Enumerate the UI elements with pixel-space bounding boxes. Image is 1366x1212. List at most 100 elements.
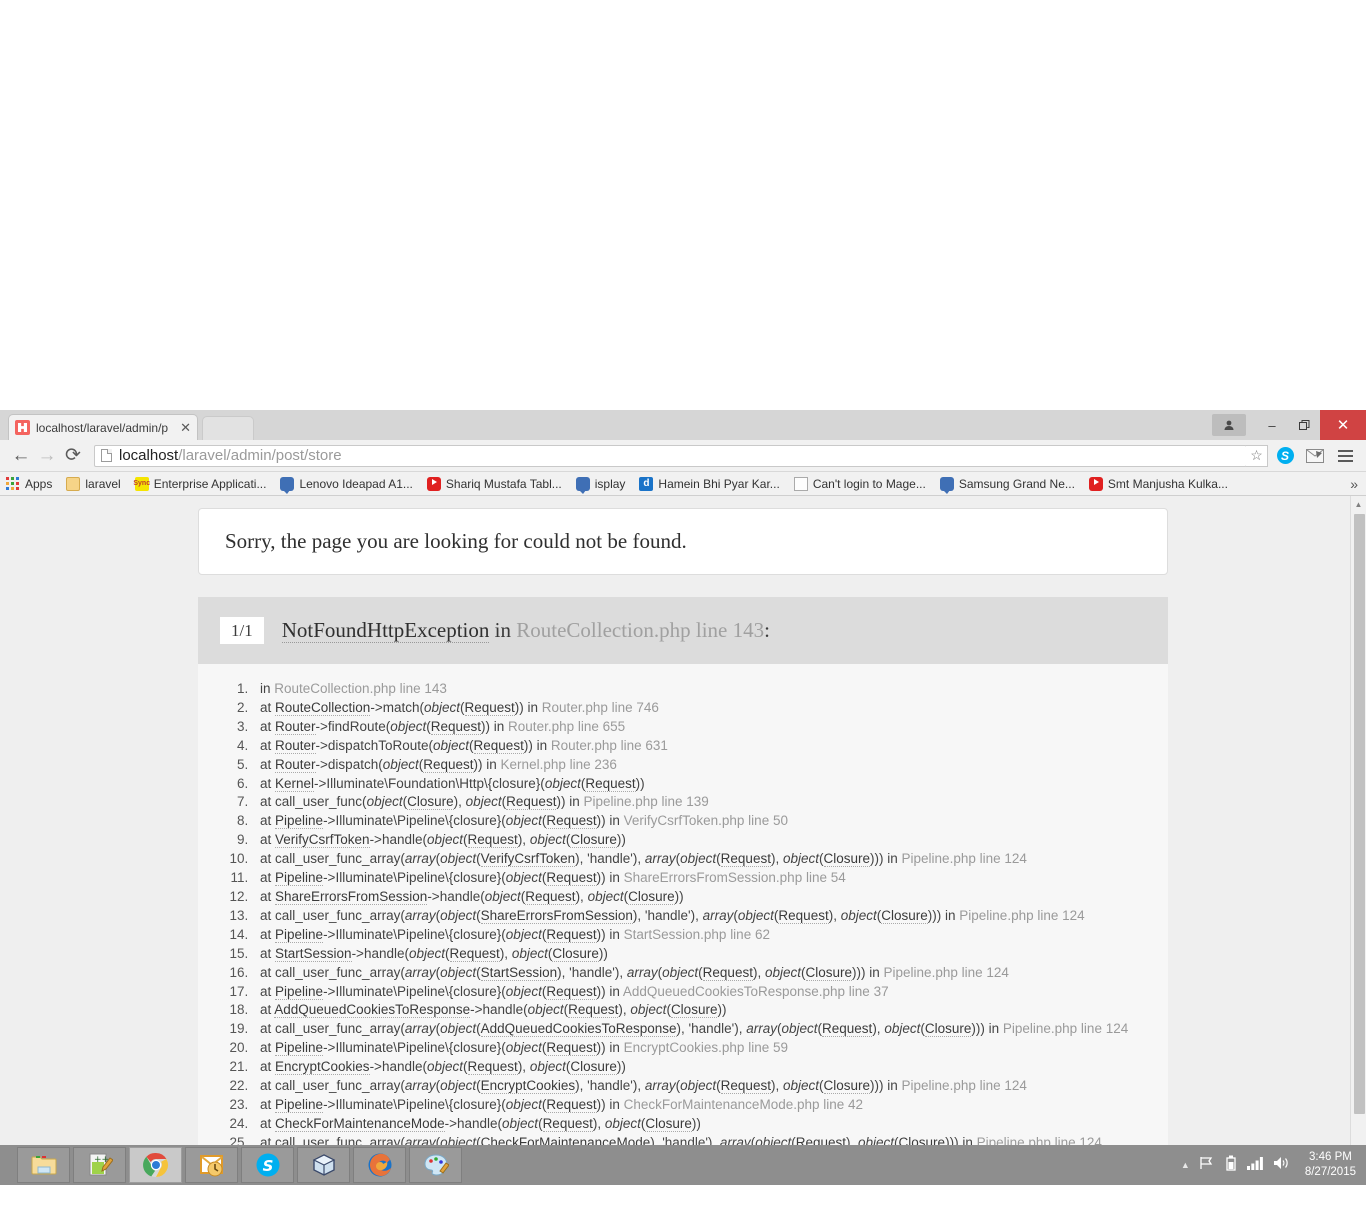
mail-extension-icon[interactable]: [1302, 443, 1328, 469]
taskbar-notepadpp-icon[interactable]: ++: [73, 1147, 126, 1183]
bookmark-label: Shariq Mustafa Tabl...: [445, 476, 562, 491]
page-info-icon: [101, 449, 112, 462]
clock-date: 8/27/2015: [1304, 1166, 1356, 1178]
stack-trace-line: at Router->dispatchToRoute(object(Reques…: [252, 737, 1168, 756]
stack-trace-line: at VerifyCsrfToken->handle(object(Reques…: [252, 831, 1168, 850]
stack-trace-line: at call_user_func_array(array(object(Sta…: [252, 964, 1168, 983]
bookmark-label: isplay: [594, 476, 626, 491]
taskbar-firefox-icon[interactable]: [353, 1147, 406, 1183]
stack-trace-line: at Pipeline->Illuminate\Pipeline\{closur…: [252, 1039, 1168, 1058]
bookmark-item-2[interactable]: Sync Enterprise Applicati...: [133, 476, 266, 491]
show-hidden-icons-icon[interactable]: ▲: [1181, 1160, 1190, 1170]
browser-toolbar: ← → ⟳ localhost/laravel/admin/post/store…: [0, 440, 1366, 472]
bookmark-label: Samsung Grand Ne...: [958, 476, 1075, 491]
stack-trace-line: at AddQueuedCookiesToResponse->handle(ob…: [252, 1001, 1168, 1020]
skype-extension-icon[interactable]: S: [1272, 443, 1298, 469]
stack-trace-line: at EncryptCookies->handle(object(Request…: [252, 1058, 1168, 1077]
clock-time: 3:46 PM: [1309, 1151, 1352, 1163]
stack-trace-list: in RouteCollection.php line 143at RouteC…: [252, 680, 1168, 1145]
close-window-button[interactable]: ✕: [1320, 410, 1366, 440]
flag-icon[interactable]: [1199, 1156, 1215, 1175]
reload-icon[interactable]: ⟳: [60, 443, 86, 469]
back-icon[interactable]: ←: [8, 443, 34, 469]
windows-taskbar: ++ S ▲ 3:46 PM 8/27/2015: [0, 1145, 1366, 1185]
user-profile-icon[interactable]: [1212, 414, 1246, 436]
chat-icon: [575, 476, 590, 494]
chrome-browser-window: localhost/laravel/admin/p ✕ – ✕ ← → ⟳ lo…: [0, 410, 1366, 1145]
bookmark-label: Can't login to Mage...: [812, 476, 926, 491]
d-icon: d: [639, 476, 654, 491]
exception-header: 1/1 NotFoundHttpException in RouteCollec…: [198, 597, 1168, 664]
bookmark-item-5[interactable]: isplay: [575, 476, 626, 494]
stack-trace-line: in RouteCollection.php line 143: [252, 680, 1168, 699]
bookmarks-bar: Apps laravel Sync Enterprise Applicati... Le…: [0, 472, 1366, 496]
exception-class-name[interactable]: NotFoundHttpException: [281, 618, 490, 643]
taskbar-skype-icon[interactable]: S: [241, 1147, 294, 1183]
stack-trace-line: at Pipeline->Illuminate\Pipeline\{closur…: [252, 983, 1168, 1002]
bookmark-item-3[interactable]: Lenovo Ideapad A1...: [280, 476, 413, 494]
chrome-menu-icon[interactable]: [1332, 443, 1358, 469]
bookmark-item-9[interactable]: Smt Manjusha Kulka...: [1088, 476, 1228, 491]
stack-trace-line: at StartSession->handle(object(Request),…: [252, 945, 1168, 964]
taskbar-paint-icon[interactable]: [409, 1147, 462, 1183]
stack-trace-line: at Router->findRoute(object(Request)) in…: [252, 718, 1168, 737]
bookmark-label: Hamein Bhi Pyar Kar...: [658, 476, 780, 491]
address-bar[interactable]: localhost/laravel/admin/post/store: [94, 444, 1247, 467]
browser-tab[interactable]: localhost/laravel/admin/p ✕: [8, 414, 198, 440]
volume-icon[interactable]: [1273, 1156, 1290, 1175]
apps-grid-icon: [6, 476, 20, 491]
bookmark-item-6[interactable]: d Hamein Bhi Pyar Kar...: [639, 476, 780, 491]
stack-trace-line: at Pipeline->Illuminate\Pipeline\{closur…: [252, 812, 1168, 831]
system-tray: ▲ 3:46 PM 8/27/2015: [1181, 1150, 1366, 1180]
stack-trace-line: at Kernel->Illuminate\Foundation\Http\{c…: [252, 775, 1168, 794]
not-found-notice: Sorry, the page you are looking for coul…: [198, 508, 1168, 575]
tab-strip: localhost/laravel/admin/p ✕ – ✕: [0, 410, 1366, 440]
bookmark-label: laravel: [85, 476, 121, 491]
youtube-icon: [426, 476, 441, 491]
battery-icon[interactable]: [1224, 1155, 1238, 1176]
signal-icon[interactable]: [1246, 1156, 1264, 1175]
close-icon[interactable]: ✕: [180, 421, 191, 434]
stack-trace-line: at call_user_func_array(array(object(Sha…: [252, 907, 1168, 926]
url-path: /laravel/admin/post/store: [178, 447, 342, 464]
stack-trace-panel: in RouteCollection.php line 143at RouteC…: [198, 664, 1168, 1145]
bookmarks-overflow-icon[interactable]: »: [1350, 476, 1358, 492]
minimize-button[interactable]: –: [1256, 410, 1288, 440]
exception-file: RouteCollection.php line 143: [516, 618, 765, 642]
taskbar-outlook-icon[interactable]: [185, 1147, 238, 1183]
forward-icon[interactable]: →: [34, 443, 60, 469]
bookmark-item-7[interactable]: Can't login to Mage...: [793, 476, 926, 491]
bookmark-item-1[interactable]: laravel: [66, 476, 121, 491]
bookmark-item-8[interactable]: Samsung Grand Ne...: [939, 476, 1075, 494]
taskbar-virtualbox-icon[interactable]: [297, 1147, 350, 1183]
scrollbar-thumb[interactable]: [1354, 514, 1365, 1114]
taskbar-file-explorer-icon[interactable]: [17, 1147, 70, 1183]
taskbar-items: ++ S: [0, 1147, 462, 1183]
stack-trace-line: at call_user_func_array(array(object(Enc…: [252, 1077, 1168, 1096]
window-controls: – ✕: [1212, 410, 1366, 440]
exception-colon: :: [764, 618, 770, 642]
new-tab-button[interactable]: [202, 416, 254, 440]
svg-text:S: S: [262, 1157, 273, 1175]
stack-trace-line: at Pipeline->Illuminate\Pipeline\{closur…: [252, 926, 1168, 945]
page-icon: [793, 476, 808, 491]
bookmark-item-0[interactable]: Apps: [6, 476, 52, 491]
taskbar-clock[interactable]: 3:46 PM 8/27/2015: [1299, 1150, 1356, 1180]
maximize-button[interactable]: [1288, 410, 1320, 440]
bookmark-item-4[interactable]: Shariq Mustafa Tabl...: [426, 476, 562, 491]
desktop-bottom-area: [0, 1185, 1366, 1212]
stack-trace-line: at call_user_func_array(array(object(Che…: [252, 1134, 1168, 1145]
bookmark-label: Smt Manjusha Kulka...: [1107, 476, 1228, 491]
desktop-blank-area: [0, 0, 1366, 410]
bookmark-star-icon[interactable]: ☆: [1246, 444, 1268, 467]
stack-trace-line: at call_user_func_array(array(object(Ver…: [252, 850, 1168, 869]
exception-title: NotFoundHttpException in RouteCollection…: [281, 618, 770, 643]
chat-icon: [280, 476, 295, 494]
folder-icon: [66, 476, 81, 491]
taskbar-chrome-icon[interactable]: [129, 1147, 182, 1183]
bookmark-label: Lenovo Ideapad A1...: [299, 476, 413, 491]
skype-glyph: S: [1276, 447, 1294, 464]
page-scrollbar[interactable]: ▲: [1350, 496, 1366, 1145]
url-text: localhost/laravel/admin/post/store: [119, 447, 342, 464]
scroll-up-icon[interactable]: ▲: [1351, 496, 1366, 512]
